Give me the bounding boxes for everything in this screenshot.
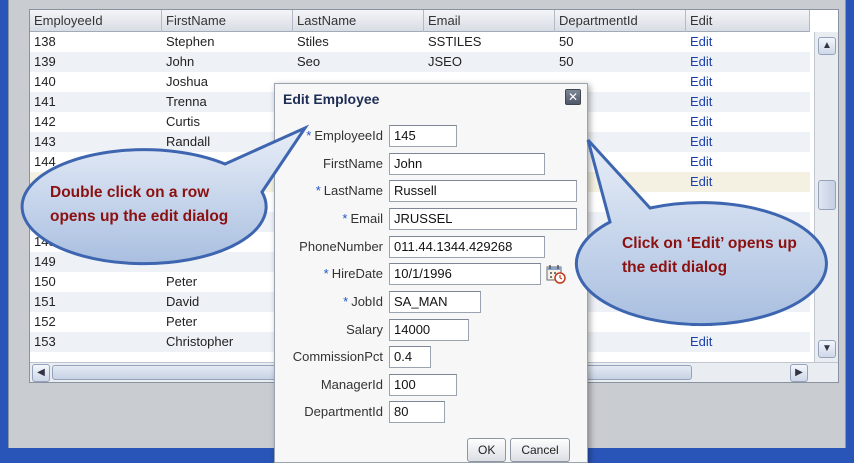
callout-right-text-line2: the edit dialog [622,259,728,276]
callout-right-text-line1: Click on ‘Edit’ opens up [622,235,797,252]
callout-left-text-line2: opens up the edit dialog [50,208,229,225]
callout-left-text-line1: Double click on a row [50,184,210,201]
